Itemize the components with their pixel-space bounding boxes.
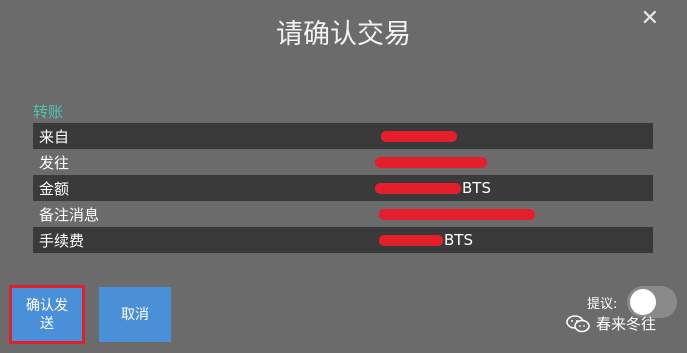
wechat-icon — [566, 314, 590, 332]
row-label-from: 来自 — [33, 123, 369, 149]
table-row: 金额 BTS — [33, 175, 653, 201]
row-value-amount: BTS — [369, 175, 653, 201]
transaction-details-table: 来自 发往 金额 BTS 备注消息 手续费 BTS — [33, 123, 653, 253]
row-label-fee: 手续费 — [33, 227, 369, 253]
close-icon[interactable]: ✕ — [641, 6, 659, 31]
redaction-mark — [379, 234, 443, 246]
row-value-from — [369, 123, 653, 149]
toggle-knob — [630, 289, 656, 315]
row-value-fee: BTS — [369, 227, 653, 253]
cancel-button[interactable]: 取消 — [99, 287, 171, 342]
redaction-mark — [381, 131, 457, 142]
row-label-to: 发往 — [33, 149, 369, 175]
redaction-mark — [379, 209, 535, 220]
fee-unit: BTS — [444, 231, 473, 250]
row-label-memo: 备注消息 — [33, 201, 369, 227]
page-title: 请确认交易 — [276, 19, 411, 50]
amount-unit: BTS — [462, 179, 491, 198]
watermark-text: 春来冬往 — [596, 315, 657, 333]
redaction-mark — [375, 182, 461, 194]
table-row: 手续费 BTS — [33, 227, 653, 253]
row-value-to — [369, 149, 653, 175]
row-label-amount: 金额 — [33, 175, 369, 201]
section-label: 转账 — [33, 103, 64, 121]
table-row: 发往 — [33, 149, 653, 175]
cancel-label: 取消 — [121, 306, 149, 323]
redaction-mark — [375, 157, 487, 168]
propose-label: 提议: — [587, 297, 618, 312]
table-row: 来自 — [33, 123, 653, 149]
table-row: 备注消息 — [33, 201, 653, 227]
watermark: 春来冬往 — [566, 313, 656, 334]
confirm-send-button[interactable]: 确认发 送 — [9, 285, 85, 344]
row-value-memo — [369, 201, 653, 227]
confirm-send-label: 确认发 送 — [26, 297, 68, 332]
